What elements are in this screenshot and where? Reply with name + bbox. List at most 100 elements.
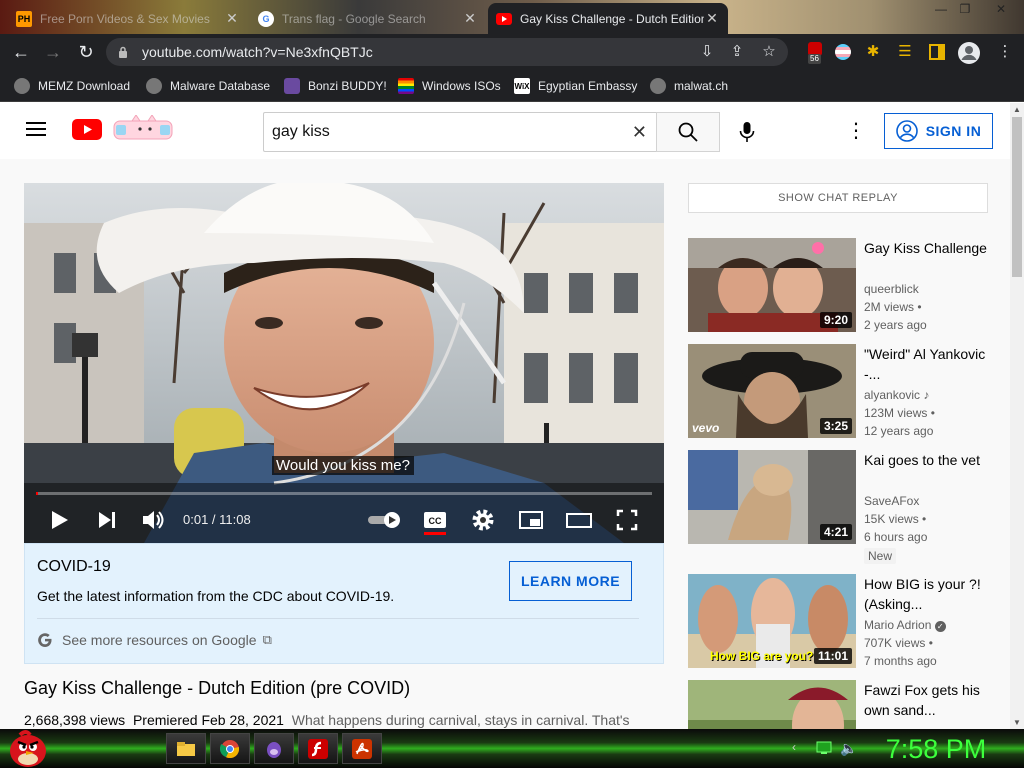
media-control-icon[interactable]: ☰	[894, 42, 916, 64]
minimize-icon[interactable]: —	[930, 0, 952, 20]
browser-menu-icon[interactable]: ⋮	[994, 42, 1016, 64]
upload-age: 12 years ago	[864, 424, 934, 438]
channel-name[interactable]: Mario Adrion ✓	[864, 618, 946, 632]
learn-more-button[interactable]: LEARN MORE	[509, 561, 632, 601]
recommended-title[interactable]: How BIG is your ?! (Asking...	[864, 574, 994, 614]
tab-title: Gay Kiss Challenge - Dutch Edition	[520, 11, 704, 26]
miniplayer-icon[interactable]	[516, 505, 546, 535]
bookmark-malware-database[interactable]: Malware Database	[146, 76, 270, 96]
theater-mode-icon[interactable]	[564, 505, 594, 535]
recommended-video[interactable]: 4:21 Kai goes to the vet SaveAFox 15K vi…	[688, 450, 1008, 564]
bookmark-egyptian-embassy[interactable]: WiX Egyptian Embassy	[514, 76, 637, 96]
fullscreen-icon[interactable]	[612, 505, 642, 535]
close-tab-icon[interactable]: ✕	[462, 10, 478, 27]
scroll-down-arrow-icon[interactable]: ▼	[1013, 718, 1021, 727]
taskbar-flash-icon[interactable]	[298, 733, 338, 764]
upload-age: 7 months ago	[864, 654, 937, 668]
recommended-video[interactable]: Fawzi Fox gets his own sand...	[688, 680, 1008, 729]
close-tab-icon[interactable]: ✕	[704, 10, 720, 27]
volume-icon[interactable]	[138, 505, 168, 535]
premiere-date: Premiered Feb 28, 2021	[132, 712, 284, 728]
recommended-title[interactable]: Gay Kiss Challenge	[864, 238, 994, 258]
video-duration: 9:20	[819, 312, 852, 328]
bookmark-label: MEMZ Download	[38, 79, 131, 93]
bookmark-windows-isos[interactable]: Windows ISOs	[398, 76, 501, 96]
channel-name[interactable]: SaveAFox	[864, 494, 919, 508]
reload-icon[interactable]: ↻	[73, 40, 99, 66]
taskbar-file-explorer-icon[interactable]	[166, 733, 206, 764]
window-close-icon[interactable]: ✕	[990, 0, 1012, 20]
verified-check-icon: ✓	[934, 621, 946, 632]
see-more-resources-link[interactable]: See more resources on Google ⧉	[37, 632, 272, 648]
hamburger-menu-icon[interactable]	[26, 121, 46, 142]
search-button[interactable]	[656, 112, 720, 152]
forward-arrow-icon[interactable]: →	[40, 40, 66, 66]
description-snippet[interactable]: What happens during carnival, stays in c…	[292, 712, 630, 728]
taskbar-clock[interactable]: 7:58 PM	[876, 731, 996, 767]
upload-age: 6 hours ago	[864, 530, 928, 544]
bookmark-memz[interactable]: MEMZ Download	[14, 76, 130, 96]
youtube-logo[interactable]	[72, 119, 102, 145]
video-thumbnail[interactable]: vevo 3:25	[688, 344, 856, 438]
settings-gear-icon[interactable]	[468, 505, 498, 535]
share-icon[interactable]: ⇪	[726, 42, 748, 64]
player-controls: 0:01 / 11:08 CC	[24, 499, 664, 543]
tab-google-search[interactable]: G Trans flag - Google Search ✕	[250, 3, 486, 34]
tab-ph[interactable]: PH Free Porn Videos & Sex Movies ✕	[8, 3, 248, 34]
recommended-title[interactable]: Kai goes to the vet	[864, 450, 994, 470]
thumbnail-caption: How BIG are you?	[710, 649, 814, 663]
taskbar-chrome-icon[interactable]	[210, 733, 250, 764]
video-player[interactable]: Would you kiss me? 0:01 / 11:08 CC	[24, 183, 664, 543]
settings-more-icon[interactable]: ⋮	[846, 121, 866, 141]
bookmarks-bar: MEMZ Download Malware Database Bonzi BUD…	[0, 70, 1024, 102]
close-tab-icon[interactable]: ✕	[224, 10, 240, 27]
page-scrollbar[interactable]: ▲ ▼	[1010, 103, 1024, 729]
video-thumbnail[interactable]: How BIG are you? 11:01	[688, 574, 856, 668]
bookmark-bonzi-buddy[interactable]: Bonzi BUDDY!	[284, 76, 387, 96]
extensions-puzzle-icon[interactable]: ✱	[862, 42, 884, 64]
video-duration: 3:25	[819, 418, 852, 434]
scroll-up-arrow-icon[interactable]: ▲	[1013, 105, 1021, 114]
progress-bar[interactable]	[36, 492, 652, 495]
clear-search-icon[interactable]: ✕	[632, 113, 647, 151]
show-chat-replay-button[interactable]: SHOW CHAT REPLAY	[688, 183, 988, 213]
extension-badge-icon[interactable]: 56	[804, 42, 826, 64]
side-panel-icon[interactable]	[926, 42, 948, 64]
next-video-icon[interactable]	[92, 505, 122, 535]
channel-name[interactable]: alyankovic ♪	[864, 388, 929, 402]
recommended-title[interactable]: Fawzi Fox gets his own sand...	[864, 680, 994, 720]
video-thumbnail[interactable]: 4:21	[688, 450, 856, 544]
search-input[interactable]: gay kiss ✕	[263, 112, 657, 152]
scrollbar-thumb[interactable]	[1012, 117, 1022, 277]
taskbar-pdf-reader-icon[interactable]	[342, 733, 382, 764]
video-thumbnail[interactable]	[688, 680, 856, 729]
bookmark-star-icon[interactable]: ☆	[758, 42, 780, 64]
video-thumbnail[interactable]: 9:20	[688, 238, 856, 332]
install-app-icon[interactable]: ⇩	[696, 42, 718, 64]
autoplay-toggle-icon[interactable]	[366, 505, 402, 535]
profile-avatar-icon[interactable]	[958, 42, 980, 64]
taskbar-bonzi-icon[interactable]	[254, 733, 294, 764]
recommended-video[interactable]: How BIG are you? 11:01 How BIG is your ?…	[688, 574, 1008, 670]
tray-volume-icon[interactable]: 🔈	[840, 740, 857, 757]
recommended-video[interactable]: vevo 3:25 "Weird" Al Yankovic -... alyan…	[688, 344, 1008, 440]
restore-icon[interactable]: ❐	[954, 0, 976, 20]
show-hidden-icons-chevron-icon[interactable]: ‹	[792, 740, 796, 754]
recommended-title[interactable]: "Weird" Al Yankovic -...	[864, 344, 994, 384]
recommended-video[interactable]: 9:20 Gay Kiss Challenge queerblick 2M vi…	[688, 238, 1008, 334]
subtitles-cc-icon[interactable]: CC	[420, 505, 450, 535]
sign-in-label: SIGN IN	[925, 123, 982, 139]
back-arrow-icon[interactable]: ←	[8, 40, 34, 66]
globe-icon	[146, 78, 162, 94]
bookmark-malwatch[interactable]: malwat.ch	[650, 76, 728, 96]
doodle-cat-logo-icon[interactable]	[112, 114, 174, 146]
play-icon[interactable]	[44, 505, 74, 535]
voice-search-microphone-icon[interactable]	[738, 121, 756, 148]
channel-name[interactable]: queerblick	[864, 282, 919, 296]
start-button-angry-bird-icon[interactable]	[6, 729, 50, 773]
trans-flag-extension-icon[interactable]	[832, 42, 854, 64]
address-bar[interactable]: youtube.com/watch?v=Ne3xfnQBTJc	[106, 38, 788, 66]
sign-in-button[interactable]: SIGN IN	[884, 113, 993, 149]
tray-network-icon[interactable]	[816, 740, 832, 761]
tab-youtube-active[interactable]: Gay Kiss Challenge - Dutch Edition ✕	[488, 3, 728, 34]
